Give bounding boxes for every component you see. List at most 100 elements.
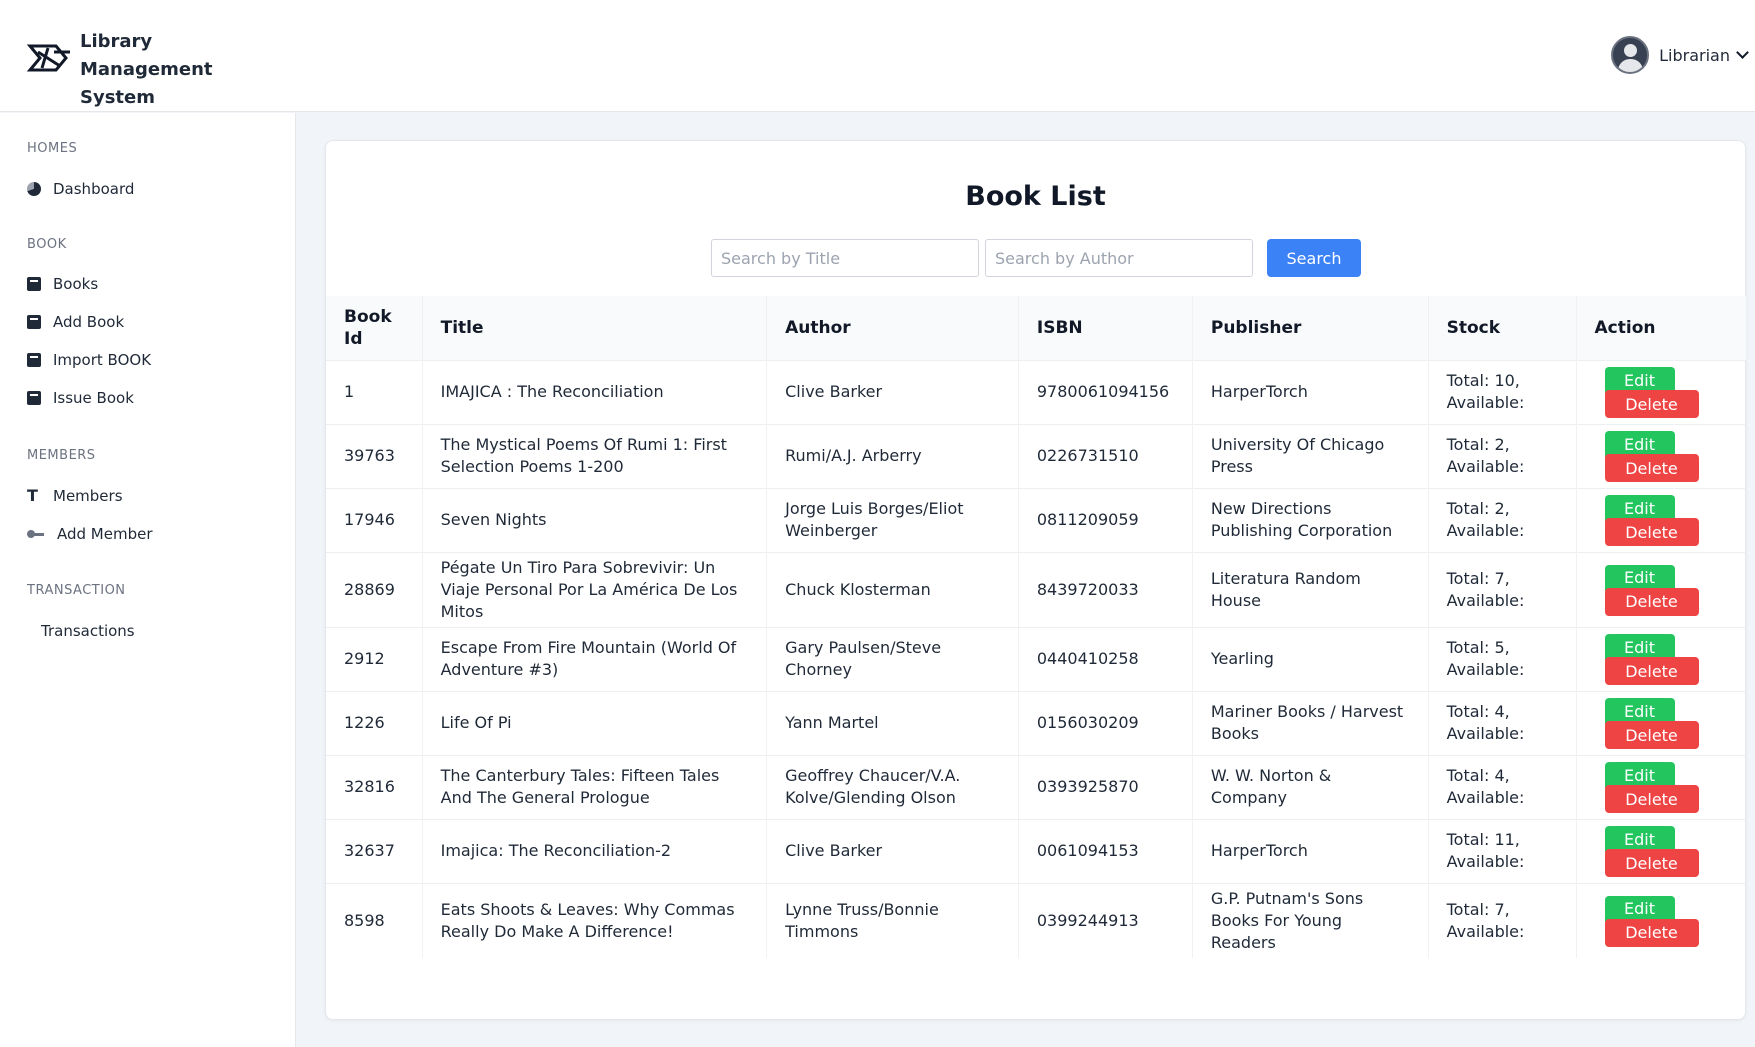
publisher-cell: HarperTorch [1192,818,1429,883]
delete-button[interactable]: Delete [1604,390,1699,418]
delete-button[interactable]: Delete [1604,849,1699,877]
row-actions: Edit Delete [1595,561,1715,619]
column-header-book-id[interactable]: Book Id [326,296,423,360]
book-id-cell: 17946 [326,487,423,552]
delete-button[interactable]: Delete [1604,918,1699,947]
stock-cell: Total: 7, Available: [1428,551,1577,627]
action-cell: Edit Delete [1576,359,1746,424]
stock-cell: Total: 4, Available: [1428,690,1577,755]
isbn-cell: 0061094153 [1018,818,1193,883]
table-row: 1 IMAJICA : The Reconciliation Clive Barke… [326,359,1746,424]
sidebar-item-issue-book[interactable]: Issue Book [27,389,134,407]
sidebar-section-homes: HOMES [27,141,78,156]
search-button[interactable]: Search [1267,239,1361,277]
publisher-cell: New Directions Publishing Corporation [1192,487,1429,552]
author-cell: Chuck Klosterman [766,551,1019,627]
user-avatar-icon [1611,36,1650,74]
delete-button[interactable]: Delete [1604,785,1699,813]
title-cell: Pégate Un Tiro Para Sobrevivir: Un Viaje… [422,551,768,627]
pie-chart-icon [27,182,41,196]
column-header-publisher[interactable]: Publisher [1192,296,1429,360]
action-cell: Edit Delete [1576,690,1746,755]
publisher-cell: Literatura Random House [1192,551,1429,627]
title-cell: Seven Nights [422,487,768,552]
author-cell: Clive Barker [766,359,1019,424]
action-cell: Edit Delete [1576,882,1746,958]
sidebar-item-label: Add Book [53,313,125,331]
publisher-cell: HarperTorch [1192,359,1429,424]
table-row: 17946 Seven Nights Jorge Luis Borges/Eliot… [326,487,1746,552]
column-header-isbn[interactable]: ISBN [1018,296,1193,360]
edit-button[interactable]: Edit [1604,564,1675,591]
publisher-cell: G.P. Putnam's Sons Books For Young Reade… [1192,882,1429,958]
text-t-icon: T [27,486,38,505]
isbn-cell: 0811209059 [1018,487,1193,552]
sidebar-item-members[interactable]: T Members [27,487,123,505]
user-menu[interactable]: Librarian [1611,36,1749,74]
publisher-cell: University Of Chicago Press [1192,423,1429,488]
author-cell: Jorge Luis Borges/Eliot Weinberger [766,487,1019,552]
book-id-cell: 8598 [326,882,423,958]
table-row: 32816 The Canterbury Tales: Fifteen Tales… [326,754,1746,819]
book-icon [27,353,41,367]
sidebar-item-books[interactable]: Books [27,275,98,293]
sidebar-item-dashboard[interactable]: Dashboard [27,180,134,198]
row-actions: Edit Delete [1595,822,1715,880]
column-header-author[interactable]: Author [766,296,1019,360]
book-table: Book Id Title Author ISBN Publisher Stoc… [326,296,1746,958]
title-cell: Life Of Pi [422,690,768,755]
title-cell: Eats Shoots & Leaves: Why Commas Really … [422,882,768,958]
column-header-stock[interactable]: Stock [1428,296,1577,360]
table-row: 1226 Life Of Pi Yann Martel 0156030209 Marin… [326,690,1746,755]
delete-button[interactable]: Delete [1604,587,1699,616]
stock-cell: Total: 11, Available: [1428,818,1577,883]
isbn-cell: 8439720033 [1018,551,1193,627]
library-logo-icon [26,44,70,72]
row-actions: Edit Delete [1595,427,1715,485]
title-cell: The Mystical Poems Of Rumi 1: First Sele… [422,423,768,488]
row-actions: Edit Delete [1595,694,1715,752]
table-row: 2912 Escape From Fire Mountain (World Of … [326,626,1746,691]
brand[interactable]: Library Management System [26,28,280,112]
book-id-cell: 28869 [326,551,423,627]
app-title: Library Management System [80,31,213,108]
edit-button[interactable]: Edit [1604,895,1675,922]
author-cell: Rumi/A.J. Arberry [766,423,1019,488]
stock-cell: Total: 10, Available: [1428,359,1577,424]
table-header-row: Book Id Title Author ISBN Publisher Stoc… [326,296,1746,360]
delete-button[interactable]: Delete [1604,721,1699,749]
column-header-action: Action [1594,317,1656,338]
book-id-cell: 2912 [326,626,423,691]
table-row: 28869 Pégate Un Tiro Para Sobrevivir: Un … [326,551,1746,627]
action-cell: Edit Delete [1576,754,1746,819]
row-actions: Edit Delete [1595,892,1715,950]
stock-cell: Total: 2, Available: [1428,423,1577,488]
sidebar-item-label: Import BOOK [53,351,152,369]
table-row: 39763 The Mystical Poems Of Rumi 1: First… [326,423,1746,488]
search-author-input[interactable] [985,239,1253,277]
author-cell: Yann Martel [766,690,1019,755]
delete-button[interactable]: Delete [1604,518,1699,546]
stock-cell: Total: 2, Available: [1428,487,1577,552]
book-id-cell: 32816 [326,754,423,819]
delete-button[interactable]: Delete [1604,657,1699,685]
sidebar-item-add-member[interactable]: Add Member [27,525,153,543]
search-title-input[interactable] [711,239,979,277]
sidebar-section-book: BOOK [27,237,67,252]
action-cell: Edit Delete [1576,423,1746,488]
user-name: Librarian [1659,45,1730,65]
sidebar-item-label: Transactions [41,622,135,640]
row-actions: Edit Delete [1595,758,1715,816]
book-icon [27,315,41,329]
sidebar-item-label: Books [53,275,99,293]
delete-button[interactable]: Delete [1604,454,1699,482]
sidebar-section-members: MEMBERS [27,448,96,463]
sidebar-item-import-book[interactable]: Import BOOK [27,351,151,369]
sidebar-item-add-book[interactable]: Add Book [27,313,124,331]
author-cell: Gary Paulsen/Steve Chorney [766,626,1019,691]
sidebar: HOMES Dashboard BOOK Books Add Book Impo… [0,113,296,1047]
table-row: 8598 Eats Shoots & Leaves: Why Commas Rea… [326,882,1746,958]
column-header-title[interactable]: Title [422,296,768,360]
title-cell: IMAJICA : The Reconciliation [422,359,768,424]
sidebar-item-transactions[interactable]: Transactions [41,622,135,640]
